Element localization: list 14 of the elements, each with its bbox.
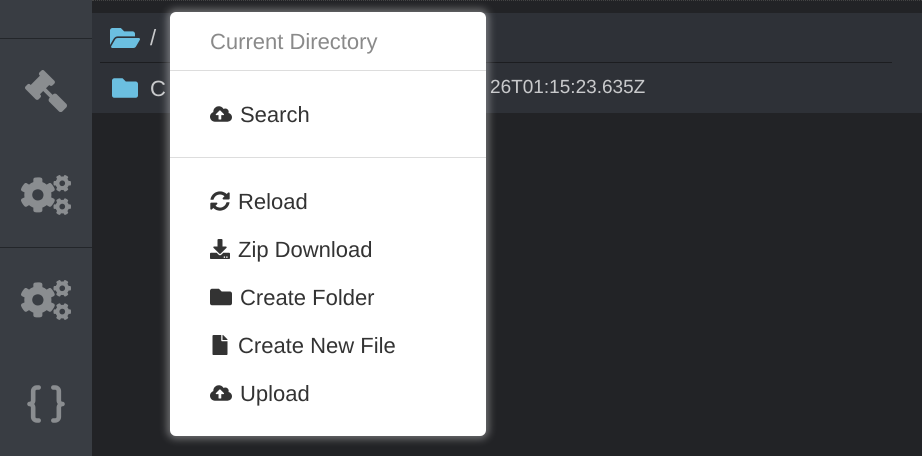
modified-date: 26T01:15:23.635Z <box>490 76 646 100</box>
download-icon <box>210 239 230 259</box>
menu-item[interactable]: Create New File <box>170 321 486 369</box>
file-name: C <box>150 76 166 100</box>
file-icon <box>210 335 230 355</box>
gavel-icon[interactable] <box>25 70 67 112</box>
file-name: / <box>150 25 156 50</box>
menu-header: Current Directory <box>210 28 378 56</box>
menu-item[interactable]: Reload <box>170 177 486 225</box>
menu-item[interactable]: Create Folder <box>170 273 486 321</box>
reload-icon <box>210 191 230 211</box>
folder-icon <box>210 286 232 308</box>
menu-item[interactable]: Zip Download <box>170 225 486 273</box>
menu-item[interactable]: Upload <box>170 369 486 417</box>
